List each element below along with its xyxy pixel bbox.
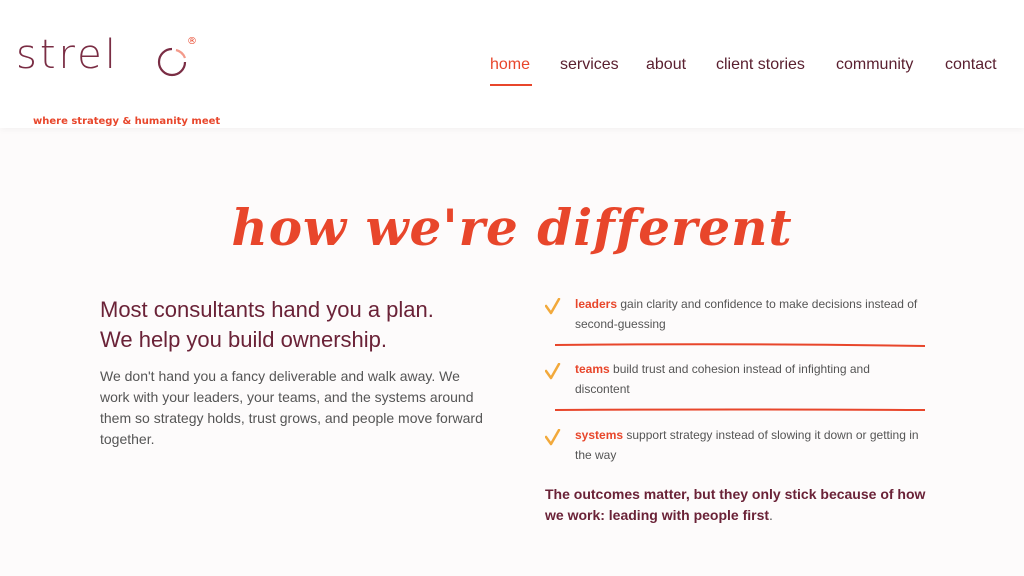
nav-contact[interactable]: contact — [945, 56, 997, 74]
nav-about[interactable]: about — [646, 56, 686, 74]
keyword-systems: systems — [575, 428, 624, 442]
site-header: strel ® where strategy & humanity meet h… — [0, 0, 1024, 128]
point-text: build trust and cohesion instead of infi… — [575, 362, 870, 396]
headline-line-1: Most consultants hand you a plan. — [100, 297, 434, 322]
nav-community[interactable]: community — [836, 56, 913, 74]
nav-services[interactable]: services — [560, 56, 619, 74]
section-headline: Most consultants hand you a plan. We hel… — [100, 295, 520, 355]
list-item-text: teams build trust and cohesion instead o… — [575, 359, 925, 399]
headline-line-2: We help you build ownership. — [100, 327, 387, 352]
section-body: We don't hand you a fancy deliverable an… — [100, 368, 483, 447]
keyword-leaders: leaders — [575, 297, 618, 311]
nav-home[interactable]: home — [490, 56, 530, 74]
section-title: how we're different — [231, 198, 793, 257]
point-text: support strategy instead of slowing it d… — [575, 428, 919, 462]
list-item-text: leaders gain clarity and confidence to m… — [575, 294, 925, 334]
outcome-text: The outcomes matter, but they only stick… — [545, 486, 926, 523]
check-icon — [545, 429, 561, 446]
registered-mark: ® — [187, 36, 197, 47]
nav-client-stories[interactable]: client stories — [716, 56, 805, 74]
logo-wordmark: strel — [16, 32, 119, 78]
outcome-statement: The outcomes matter, but they only stick… — [545, 484, 945, 526]
strelo-logo[interactable]: strel ® where strategy & humanity meet — [16, 32, 220, 127]
check-icon — [545, 363, 561, 380]
brand-tagline: where strategy & humanity meet — [33, 116, 221, 127]
check-icon — [545, 298, 561, 315]
logo-o-icon — [157, 47, 187, 77]
divider — [555, 408, 925, 411]
point-text: gain clarity and confidence to make deci… — [575, 297, 918, 331]
divider — [555, 343, 925, 347]
outcome-period: . — [769, 507, 773, 523]
keyword-teams: teams — [575, 362, 610, 376]
nav-active-indicator — [490, 84, 532, 86]
list-item-text: systems support strategy instead of slow… — [575, 425, 925, 465]
